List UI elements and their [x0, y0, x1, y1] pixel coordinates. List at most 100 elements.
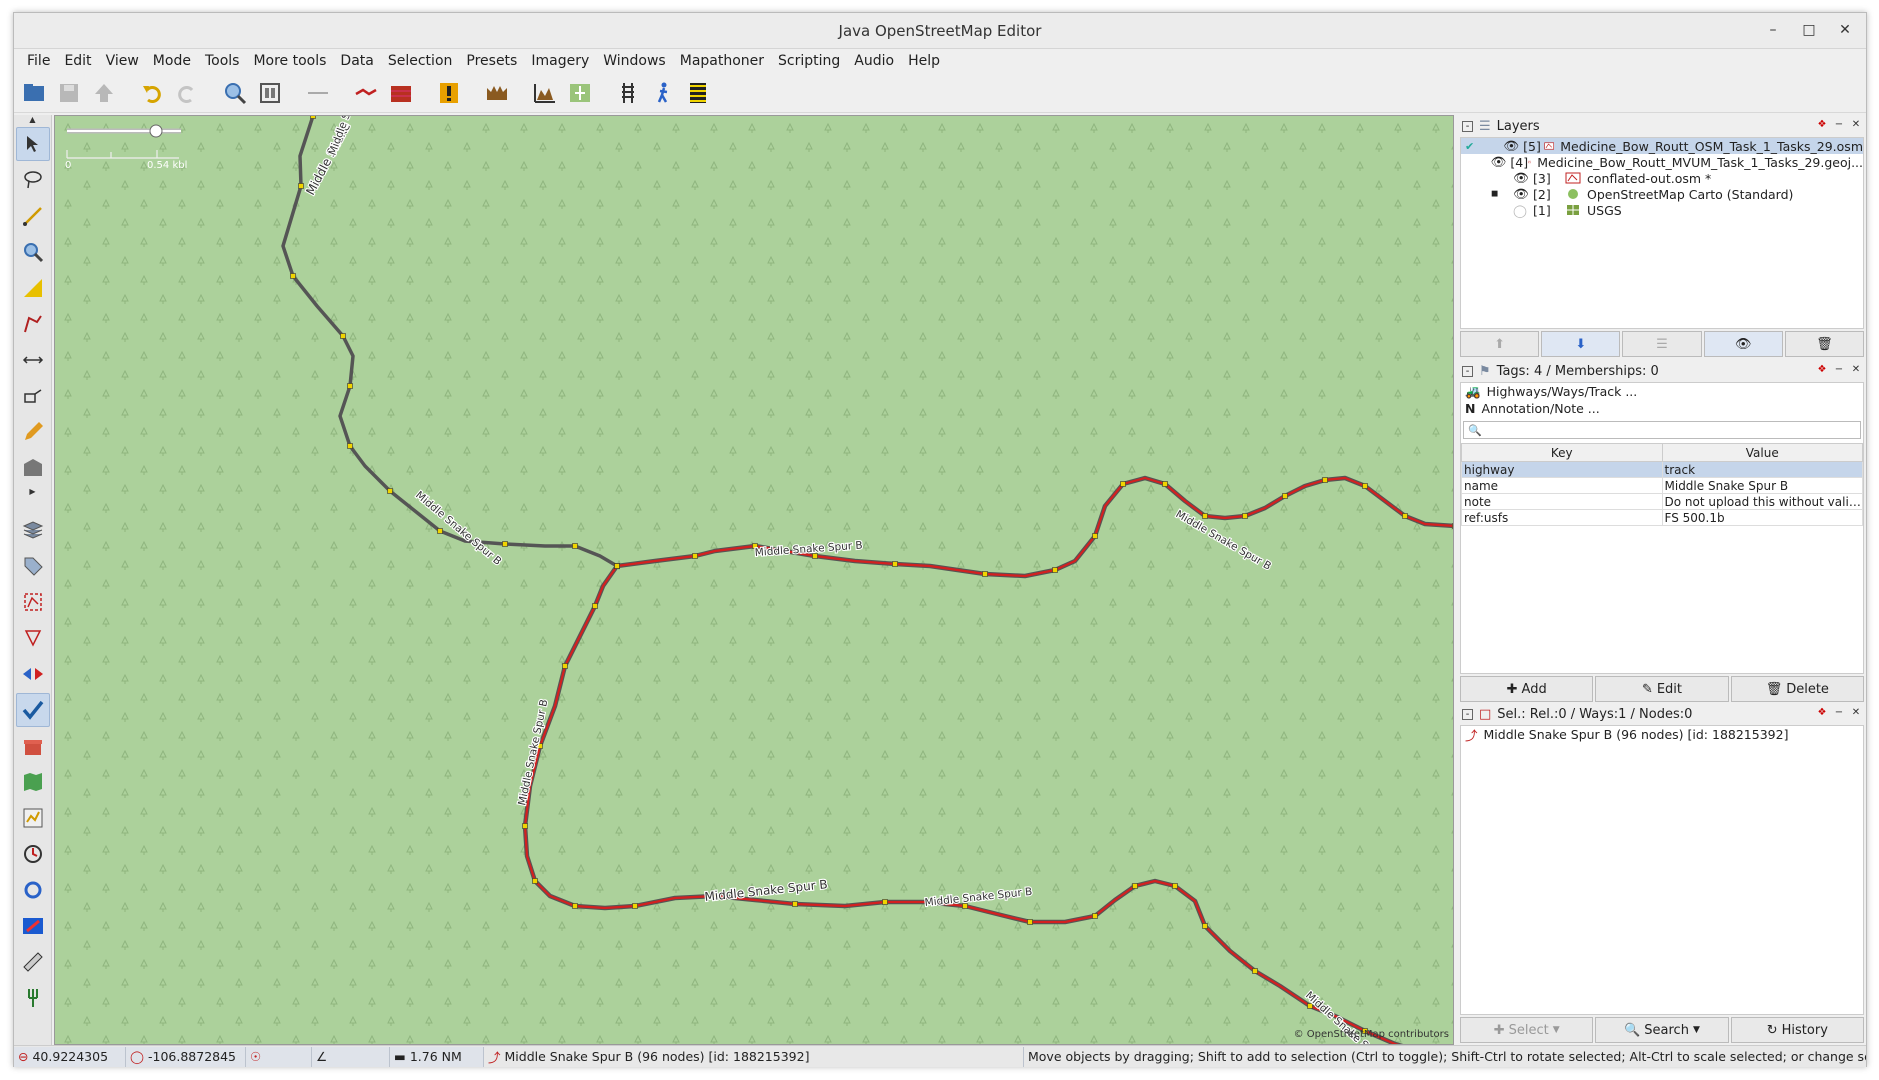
way-node[interactable]: [1132, 883, 1138, 889]
way-node[interactable]: [1202, 513, 1208, 519]
undo-icon[interactable]: [136, 77, 168, 109]
key-header[interactable]: Key: [1461, 443, 1663, 462]
hidden-icon[interactable]: ◯: [1513, 203, 1529, 218]
save-icon[interactable]: [53, 77, 85, 109]
menu-help[interactable]: Help: [901, 53, 947, 69]
menu-mode[interactable]: Mode: [146, 53, 198, 69]
move-up-button[interactable]: ⬆: [1460, 331, 1540, 357]
way-node[interactable]: [1242, 513, 1248, 519]
way-node[interactable]: [614, 563, 620, 569]
collapse-icon[interactable]: -: [1462, 365, 1473, 377]
value-header[interactable]: Value: [1661, 443, 1863, 462]
way-node[interactable]: [792, 901, 798, 907]
way-node[interactable]: [1202, 923, 1208, 929]
visibility-icon[interactable]: 👁: [1513, 186, 1529, 202]
way-node[interactable]: [1452, 523, 1455, 529]
railway-icon[interactable]: [612, 77, 644, 109]
pencil-icon[interactable]: [16, 415, 50, 449]
scale-bar[interactable]: 0 0.54 kbl: [61, 120, 221, 170]
menu-more-tools[interactable]: More tools: [246, 53, 333, 69]
split-way-icon[interactable]: [302, 77, 334, 109]
way-node[interactable]: [522, 823, 528, 829]
castle-icon[interactable]: [481, 77, 513, 109]
way-node[interactable]: [592, 603, 598, 609]
way-node[interactable]: [1252, 968, 1258, 974]
delete-tag-button[interactable]: 🗑 Delete: [1730, 676, 1864, 702]
minimize-icon[interactable]: –: [1762, 19, 1784, 41]
preset-link[interactable]: N Annotation/Note ...: [1461, 400, 1863, 417]
gift-icon[interactable]: [16, 729, 50, 763]
layer-row[interactable]: 👁 [4] Medicine_Bow_Routt_MVUM_Task_1_Tas…: [1461, 154, 1864, 170]
way-node[interactable]: [1027, 919, 1033, 925]
combine-way-icon[interactable]: [350, 77, 382, 109]
way-node[interactable]: [882, 899, 888, 905]
menu-mapathoner[interactable]: Mapathoner: [673, 53, 771, 69]
maximize-icon[interactable]: □: [1798, 19, 1820, 41]
menu-scripting[interactable]: Scripting: [771, 53, 847, 69]
visibility-icon[interactable]: 👁: [1513, 170, 1529, 186]
way-node[interactable]: [347, 383, 353, 389]
way-node[interactable]: [572, 543, 578, 549]
way-node[interactable]: [562, 663, 568, 669]
measurement-icon[interactable]: [16, 271, 50, 305]
tags-toggle-icon[interactable]: [16, 549, 50, 583]
open-file-icon[interactable]: [18, 77, 50, 109]
way-node[interactable]: [298, 183, 304, 189]
building-icon[interactable]: [16, 451, 50, 485]
tag-row[interactable]: name Middle Snake Spur B: [1461, 477, 1863, 494]
mapathoner-icon[interactable]: [16, 837, 50, 871]
preset-link[interactable]: 🚜 Highways/Ways/Track ...: [1461, 383, 1863, 400]
crossing-icon[interactable]: [682, 77, 714, 109]
way-node[interactable]: [437, 528, 443, 534]
extrude-icon[interactable]: [16, 379, 50, 413]
tag-search-input[interactable]: 🔍: [1463, 421, 1861, 439]
way-node[interactable]: [532, 878, 538, 884]
selection-item[interactable]: ⤴ Middle Snake Spur B (96 nodes) [id: 188…: [1461, 726, 1863, 743]
way-node[interactable]: [1092, 913, 1098, 919]
preferences-icon[interactable]: [254, 77, 286, 109]
way-node[interactable]: [1282, 493, 1288, 499]
way-node[interactable]: [892, 561, 898, 567]
pedestrian-icon[interactable]: [647, 77, 679, 109]
layers-toggle-icon[interactable]: [16, 513, 50, 547]
way-node[interactable]: [1362, 483, 1368, 489]
notes-icon[interactable]: [16, 801, 50, 835]
selection-toggle-icon[interactable]: [16, 585, 50, 619]
menu-file[interactable]: File: [20, 53, 57, 69]
way-node[interactable]: [310, 116, 316, 119]
merge-button[interactable]: ☰: [1622, 331, 1702, 357]
way-node[interactable]: [632, 903, 638, 909]
way-node[interactable]: [387, 488, 393, 494]
zoom-mode-icon[interactable]: [16, 235, 50, 269]
map-paint-icon[interactable]: [16, 765, 50, 799]
detach-icon[interactable]: ❖: [1816, 119, 1828, 131]
visibility-icon[interactable]: 👁: [1491, 154, 1507, 170]
edit-tag-button[interactable]: ✎ Edit: [1595, 676, 1729, 702]
layer-row[interactable]: ◼ 👁 [2] OpenStreetMap Carto (Standard): [1461, 186, 1863, 202]
tag-row[interactable]: highway track: [1461, 461, 1863, 478]
menu-imagery[interactable]: Imagery: [524, 53, 596, 69]
redo-icon[interactable]: [171, 77, 203, 109]
filter-icon[interactable]: [16, 873, 50, 907]
way-node[interactable]: [1172, 883, 1178, 889]
minimize-panel-icon[interactable]: −: [1833, 707, 1845, 719]
tag-row[interactable]: note Do not upload this without validati.…: [1461, 493, 1863, 510]
select-button[interactable]: ✚ Select ▼: [1460, 1017, 1594, 1043]
layer-row[interactable]: ◯ [1] USGS: [1461, 202, 1863, 218]
elevation-profile-icon[interactable]: [529, 77, 561, 109]
add-tag-button[interactable]: ✚ Add: [1460, 676, 1594, 702]
close-panel-icon[interactable]: ✕: [1850, 364, 1862, 376]
minimize-panel-icon[interactable]: −: [1833, 119, 1845, 131]
menu-audio[interactable]: Audio: [847, 53, 901, 69]
way-node[interactable]: [347, 443, 353, 449]
draw-mode-icon[interactable]: [16, 199, 50, 233]
lasso-mode-icon[interactable]: [16, 163, 50, 197]
relations-icon[interactable]: [16, 621, 50, 655]
menu-data[interactable]: Data: [333, 53, 380, 69]
validation-icon[interactable]: [433, 77, 465, 109]
detach-icon[interactable]: ❖: [1816, 364, 1828, 376]
ruler-icon[interactable]: [16, 945, 50, 979]
way-node[interactable]: [340, 333, 346, 339]
way-node[interactable]: [572, 903, 578, 909]
zoom-to-data-icon[interactable]: [219, 77, 251, 109]
